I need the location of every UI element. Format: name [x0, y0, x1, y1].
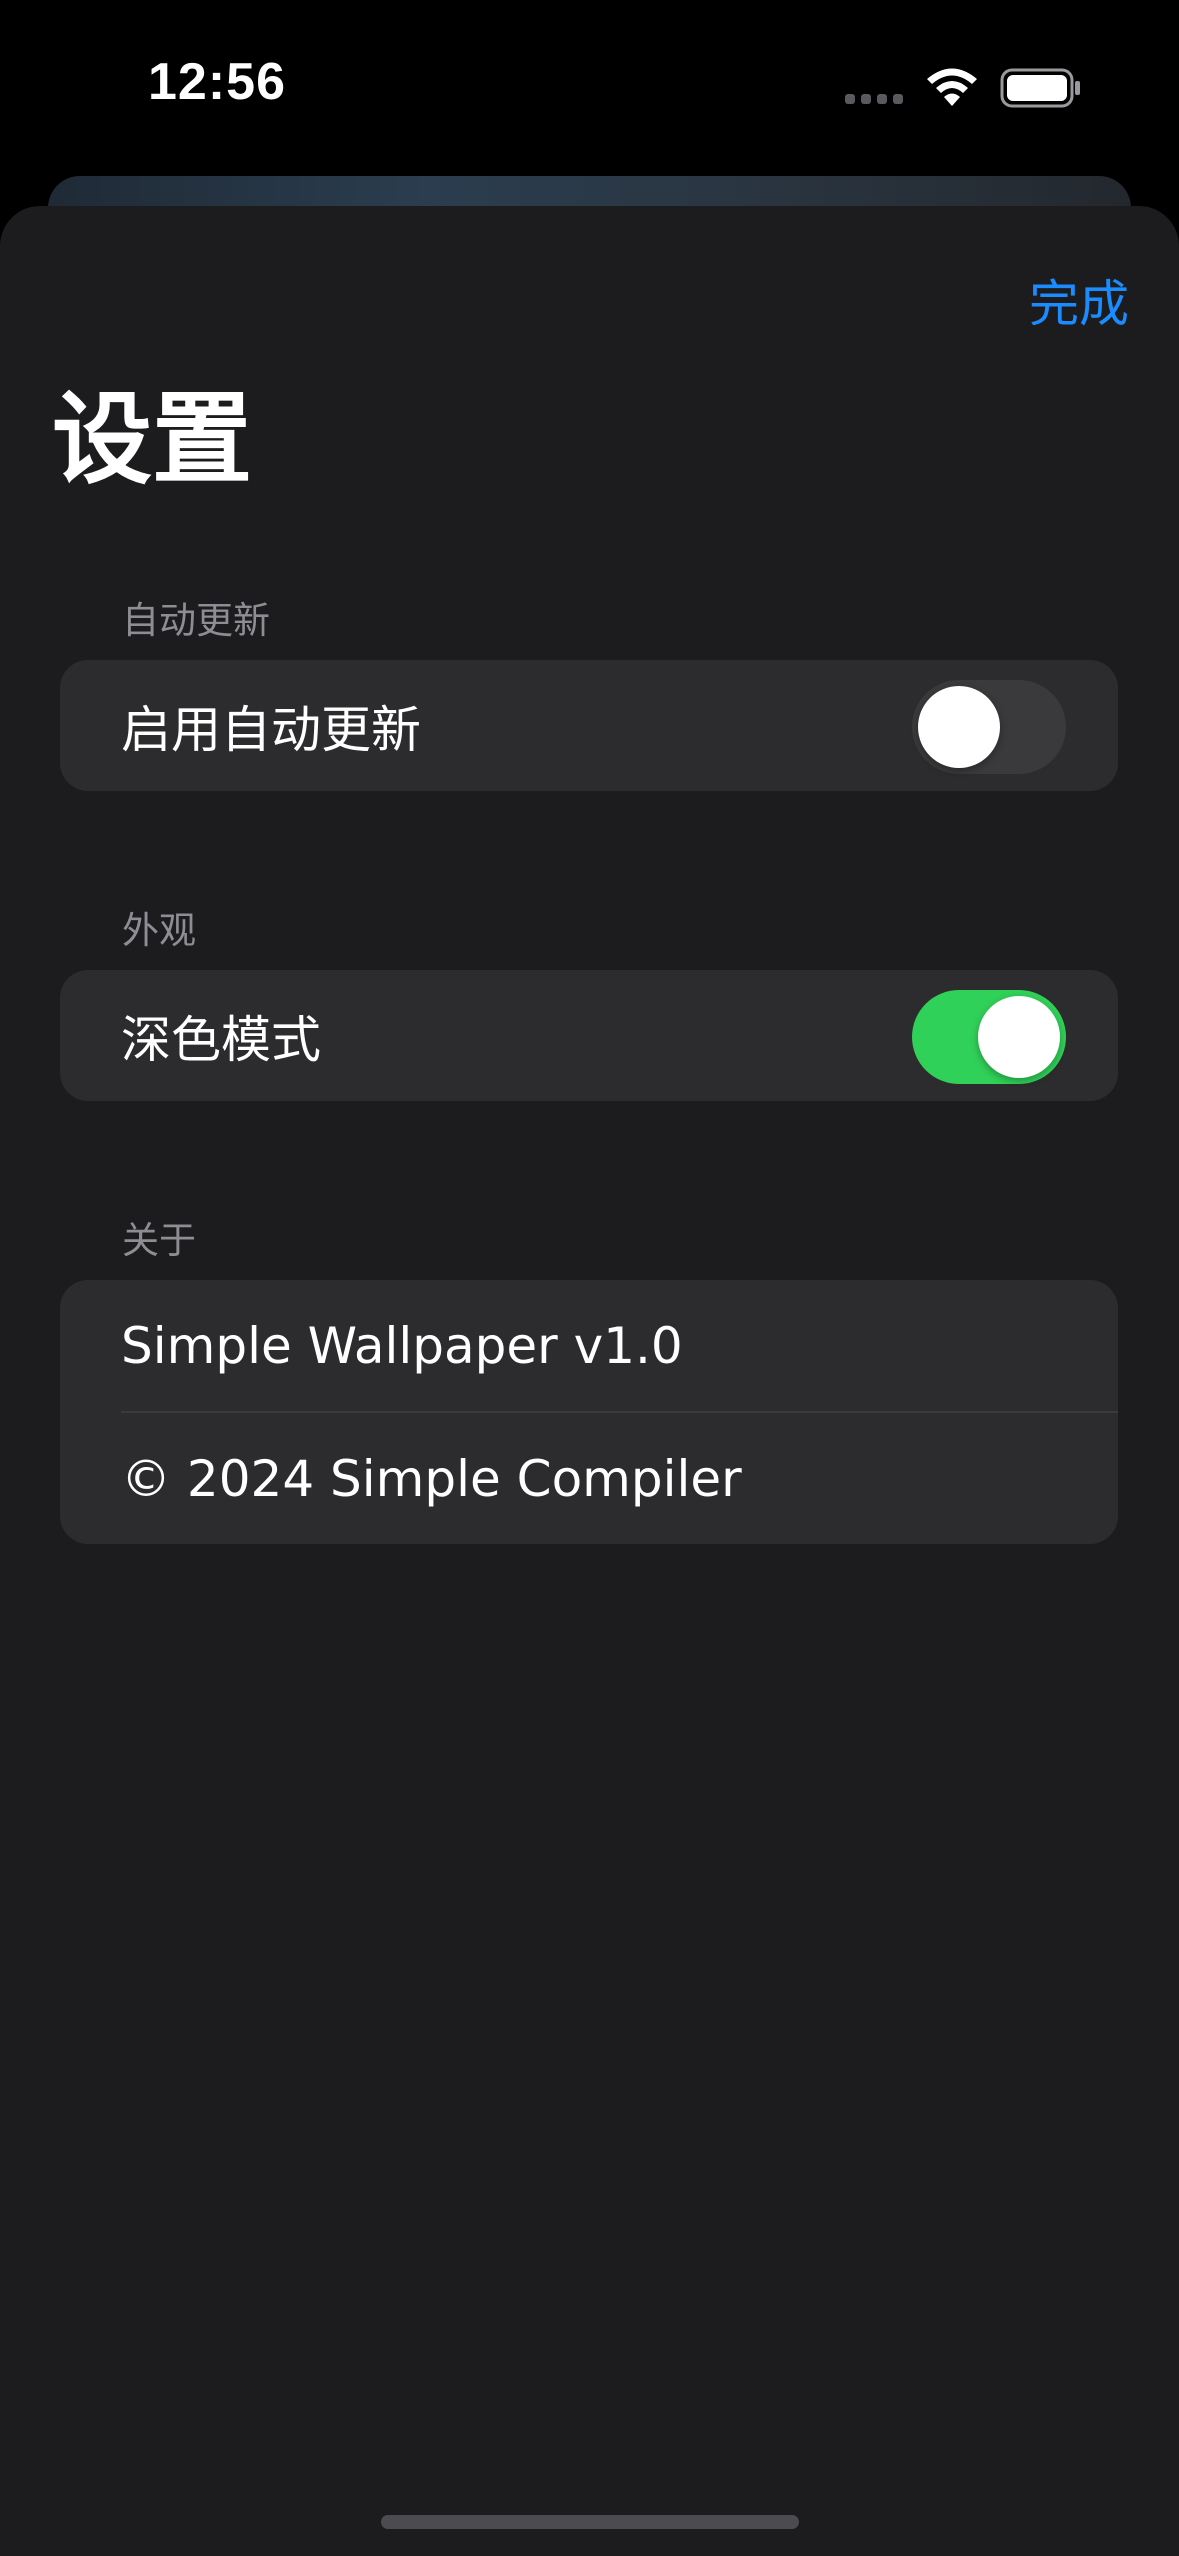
- app-version-row: Simple Wallpaper v1.0: [60, 1280, 1118, 1411]
- toggle-knob: [978, 996, 1060, 1078]
- dark-mode-label: 深色模式: [121, 1010, 321, 1069]
- status-time: 12:56: [148, 53, 286, 111]
- page-title: 设置: [52, 381, 252, 498]
- toggle-knob: [918, 686, 1000, 768]
- section-header-auto-update: 自动更新: [122, 599, 270, 642]
- copyright-label: © 2024 Simple Compiler: [121, 1449, 742, 1508]
- auto-update-label: 启用自动更新: [121, 700, 421, 759]
- screen: 12:56 完成 设置 自动更新 启用自动更新 外观 深色模式 关于 Simpl…: [0, 0, 1179, 2556]
- appearance-group: 深色模式: [60, 970, 1118, 1101]
- copyright-row: © 2024 Simple Compiler: [60, 1413, 1118, 1544]
- auto-update-row[interactable]: 启用自动更新: [60, 660, 1118, 791]
- app-version-label: Simple Wallpaper v1.0: [121, 1316, 683, 1375]
- about-group: Simple Wallpaper v1.0 © 2024 Simple Comp…: [60, 1280, 1118, 1544]
- dark-mode-toggle[interactable]: [912, 990, 1066, 1084]
- done-button[interactable]: 完成: [1029, 264, 1129, 336]
- wifi-icon: [927, 68, 977, 106]
- battery-icon: [1000, 68, 1080, 108]
- dark-mode-row[interactable]: 深色模式: [60, 970, 1118, 1101]
- settings-sheet: 完成 设置 自动更新 启用自动更新 外观 深色模式 关于 Simple Wall…: [0, 206, 1179, 2556]
- section-header-about: 关于: [122, 1219, 196, 1262]
- section-header-appearance: 外观: [122, 909, 196, 952]
- auto-update-group: 启用自动更新: [60, 660, 1118, 791]
- home-indicator[interactable]: [381, 2515, 799, 2529]
- auto-update-toggle[interactable]: [912, 680, 1066, 774]
- signal-dots-icon: [845, 94, 905, 106]
